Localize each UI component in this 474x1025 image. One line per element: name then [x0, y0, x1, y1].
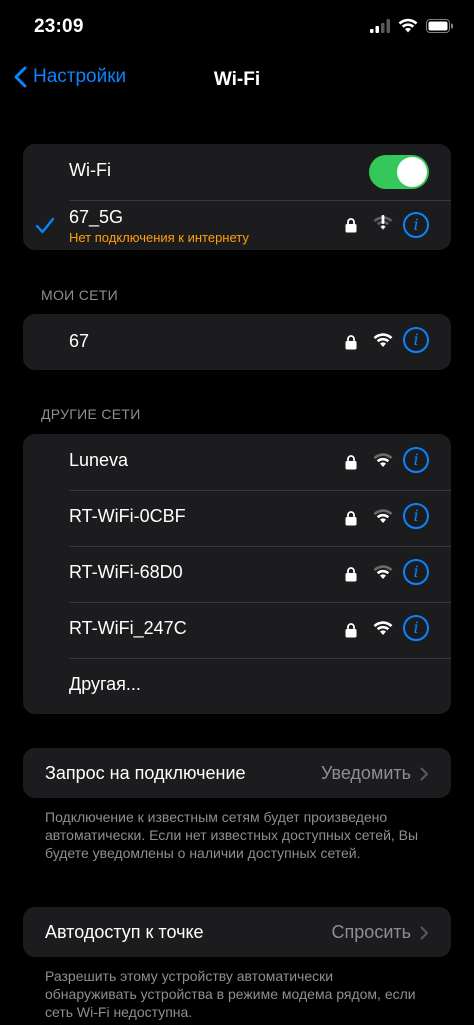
current-network-status: Нет подключения к интернету	[69, 230, 249, 245]
checkmark-icon	[35, 217, 55, 234]
other-networks-header: ДРУГИЕ СЕТИ	[41, 406, 141, 422]
wifi-signal-icon	[373, 565, 393, 579]
network-row[interactable]: RT-WiFi_247C i	[23, 602, 451, 658]
network-name: 67	[69, 331, 90, 351]
info-icon[interactable]: i	[403, 503, 429, 529]
my-networks-group: 67 i	[23, 314, 451, 370]
wifi-toggle[interactable]	[369, 155, 429, 189]
wifi-exclamation-icon	[373, 215, 393, 230]
status-time: 23:09	[34, 16, 84, 37]
network-row-67[interactable]: 67 i	[23, 314, 451, 370]
current-network-name: 67_5G	[69, 207, 124, 227]
info-icon[interactable]: i	[403, 559, 429, 585]
info-icon[interactable]: i	[403, 447, 429, 473]
network-row[interactable]: RT-WiFi-68D0 i	[23, 546, 451, 602]
my-networks-header: МОИ СЕТИ	[41, 287, 118, 303]
lock-icon	[345, 623, 357, 638]
network-row[interactable]: RT-WiFi-0CBF i	[23, 490, 451, 546]
wifi-main-group: Wi-Fi 67_5G Нет подключения к интернету …	[23, 144, 451, 250]
ask-to-join-label: Запрос на подключение	[45, 763, 246, 783]
wifi-toggle-label: Wi-Fi	[69, 160, 111, 180]
chevron-right-icon	[420, 926, 428, 940]
wifi-signal-icon	[373, 333, 393, 347]
network-row[interactable]: Luneva i	[23, 434, 451, 490]
auto-hotspot-group: Автодоступ к точке Спросить	[23, 907, 451, 957]
chevron-right-icon	[420, 767, 428, 781]
network-name: RT-WiFi-68D0	[69, 562, 183, 582]
info-icon[interactable]: i	[403, 212, 429, 238]
auto-hotspot-value: Спросить	[331, 922, 411, 942]
network-name: RT-WiFi_247C	[69, 618, 187, 638]
lock-icon	[345, 567, 357, 582]
auto-hotspot-footnote: Разрешить этому устройству автоматически…	[45, 968, 416, 1020]
auto-hotspot-row[interactable]: Автодоступ к точке Спросить	[23, 907, 451, 957]
wifi-signal-icon	[373, 621, 393, 635]
ask-to-join-footnote: Подключение к известным сетям будет прои…	[45, 809, 419, 861]
wifi-signal-icon	[373, 509, 393, 523]
navigation-bar: Настройки Wi-Fi	[0, 60, 474, 104]
ask-to-join-row[interactable]: Запрос на подключение Уведомить	[23, 748, 451, 798]
lock-icon	[345, 335, 357, 350]
toggle-knob	[397, 157, 427, 187]
lock-icon	[345, 455, 357, 470]
battery-icon	[426, 18, 453, 33]
other-network-label: Другая...	[69, 674, 141, 694]
other-network-row[interactable]: Другая...	[23, 658, 451, 714]
cellular-signal-icon	[370, 18, 390, 33]
info-icon[interactable]: i	[403, 615, 429, 641]
current-network-row[interactable]: 67_5G Нет подключения к интернету i	[23, 200, 451, 250]
info-icon[interactable]: i	[403, 327, 429, 353]
network-name: RT-WiFi-0CBF	[69, 506, 186, 526]
other-networks-group: Luneva i RT-WiFi-0CBF i RT-WiFi-68D0 i R…	[23, 434, 451, 714]
page-title: Wi-Fi	[213, 69, 261, 90]
ask-to-join-value: Уведомить	[321, 763, 411, 783]
network-name: Luneva	[69, 450, 129, 470]
lock-icon	[345, 511, 357, 526]
auto-hotspot-label: Автодоступ к точке	[45, 922, 204, 942]
status-icons	[370, 18, 454, 33]
wifi-signal-icon	[373, 453, 393, 467]
status-bar: 23:09	[0, 0, 474, 56]
status-wifi-icon	[398, 18, 418, 33]
wifi-toggle-row: Wi-Fi	[23, 144, 451, 200]
lock-icon	[345, 218, 357, 233]
ask-to-join-group: Запрос на подключение Уведомить	[23, 748, 451, 798]
